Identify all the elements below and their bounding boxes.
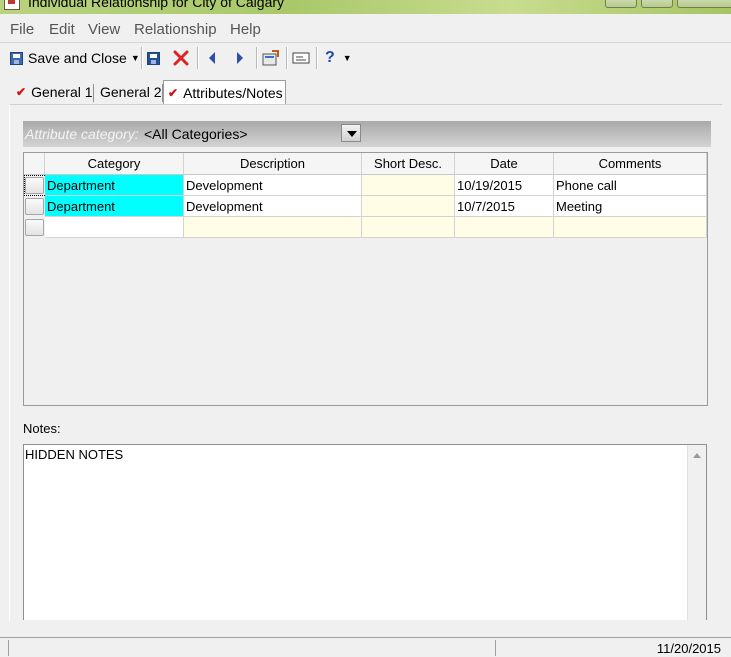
new-row[interactable] [24, 217, 707, 238]
attribute-category-select[interactable]: <All Categories> [144, 126, 248, 142]
notes-scrollbar[interactable] [687, 445, 706, 620]
cell-category[interactable]: Department [45, 175, 184, 196]
cell-short-desc[interactable] [362, 175, 455, 196]
column-header-date[interactable]: Date [455, 153, 554, 174]
chevron-down-icon[interactable]: ▼ [343, 53, 352, 63]
previous-button[interactable] [206, 47, 218, 69]
check-icon: ✔ [16, 85, 27, 99]
menu-file[interactable]: File [10, 21, 34, 38]
status-date: 11/20/2015 [656, 641, 721, 656]
properties-button[interactable] [262, 47, 279, 69]
close-button[interactable] [677, 0, 731, 8]
cell-comments[interactable]: Meeting [554, 196, 707, 217]
notes-textarea[interactable]: HIDDEN NOTES [23, 444, 707, 620]
delete-icon [173, 50, 189, 66]
tab-attributes-notes[interactable]: ✔ Attributes/Notes [163, 80, 286, 104]
menu-relationship[interactable]: Relationship [134, 21, 217, 38]
cell-category[interactable] [45, 217, 184, 238]
save-button[interactable] [147, 47, 160, 69]
toolbar-separator [197, 47, 199, 69]
row-selector[interactable] [25, 219, 44, 236]
save-and-close-button[interactable]: Save and Close ▼ [10, 47, 140, 69]
cell-date[interactable] [455, 217, 554, 238]
table-row[interactable]: Department Development 10/7/2015 Meeting [24, 196, 707, 217]
help-button[interactable]: ? ▼ [325, 47, 352, 69]
cell-description[interactable]: Development [184, 175, 362, 196]
cell-category[interactable]: Department [45, 196, 184, 217]
menu-edit[interactable]: Edit [49, 21, 75, 38]
next-button[interactable] [234, 47, 246, 69]
cell-comments[interactable]: Phone call [554, 175, 707, 196]
app-icon[interactable] [4, 0, 20, 10]
cell-comments[interactable] [554, 217, 707, 238]
card-icon [292, 52, 310, 64]
card-button[interactable] [292, 47, 310, 69]
help-icon: ? [325, 49, 335, 66]
delete-button[interactable] [173, 47, 189, 69]
tab-label: Attributes/Notes [183, 84, 283, 101]
cell-short-desc[interactable] [362, 217, 455, 238]
tab-general-1[interactable]: ✔ General 1 [12, 82, 97, 102]
tab-general-2[interactable]: General 2 [96, 82, 165, 102]
column-header-description[interactable]: Description [184, 153, 362, 174]
menu-help[interactable]: Help [230, 21, 261, 38]
status-panel [8, 640, 496, 656]
cell-description[interactable] [184, 217, 362, 238]
save-and-close-label: Save and Close [28, 50, 127, 66]
check-icon: ✔ [168, 85, 179, 100]
row-selector[interactable] [25, 198, 44, 215]
attribute-category-bar: Attribute category: <All Categories> [23, 121, 711, 147]
attribute-category-label: Attribute category: [25, 126, 139, 142]
menu-view[interactable]: View [88, 21, 120, 38]
header-selector [24, 153, 45, 174]
column-header-category[interactable]: Category [45, 153, 184, 174]
tab-label: General 2 [100, 84, 162, 100]
toolbar-separator [256, 47, 258, 69]
save-icon [10, 51, 23, 65]
toolbar-separator [141, 47, 143, 69]
previous-icon [209, 52, 215, 64]
row-selector[interactable] [25, 177, 44, 194]
tab-label: General 1 [31, 84, 93, 100]
properties-icon [262, 50, 279, 66]
chevron-down-icon[interactable] [341, 124, 361, 142]
cell-description[interactable]: Development [184, 196, 362, 217]
window-title: Individual Relationship for City of Calg… [28, 0, 285, 10]
grid-header: Category Description Short Desc. Date Co… [24, 153, 707, 175]
column-header-short-desc[interactable]: Short Desc. [362, 153, 455, 174]
cell-date[interactable]: 10/7/2015 [455, 196, 554, 217]
title-bar: Individual Relationship for City of Calg… [0, 0, 731, 14]
tab-divider [93, 84, 94, 102]
menu-bar: File Edit View Relationship Help [0, 16, 731, 43]
table-row[interactable]: Department Development 10/19/2015 Phone … [24, 175, 707, 196]
cell-short-desc[interactable] [362, 196, 455, 217]
chevron-down-icon[interactable]: ▼ [131, 53, 140, 63]
toolbar-separator [286, 47, 288, 69]
attributes-grid: Category Description Short Desc. Date Co… [23, 152, 708, 406]
column-header-comments[interactable]: Comments [554, 153, 707, 174]
save-icon [147, 51, 160, 65]
maximize-button[interactable] [641, 0, 673, 8]
notes-text: HIDDEN NOTES [25, 447, 124, 462]
status-bar: 11/20/2015 [0, 637, 731, 657]
next-icon [237, 52, 243, 64]
toolbar: Save and Close ▼ ? ▼ [0, 43, 731, 73]
cell-date[interactable]: 10/19/2015 [455, 175, 554, 196]
tab-strip: ✔ General 1 General 2 ✔ Attributes/Notes [0, 80, 731, 104]
minimize-button[interactable] [605, 0, 637, 8]
toolbar-separator [316, 47, 318, 69]
notes-label: Notes: [23, 421, 61, 436]
